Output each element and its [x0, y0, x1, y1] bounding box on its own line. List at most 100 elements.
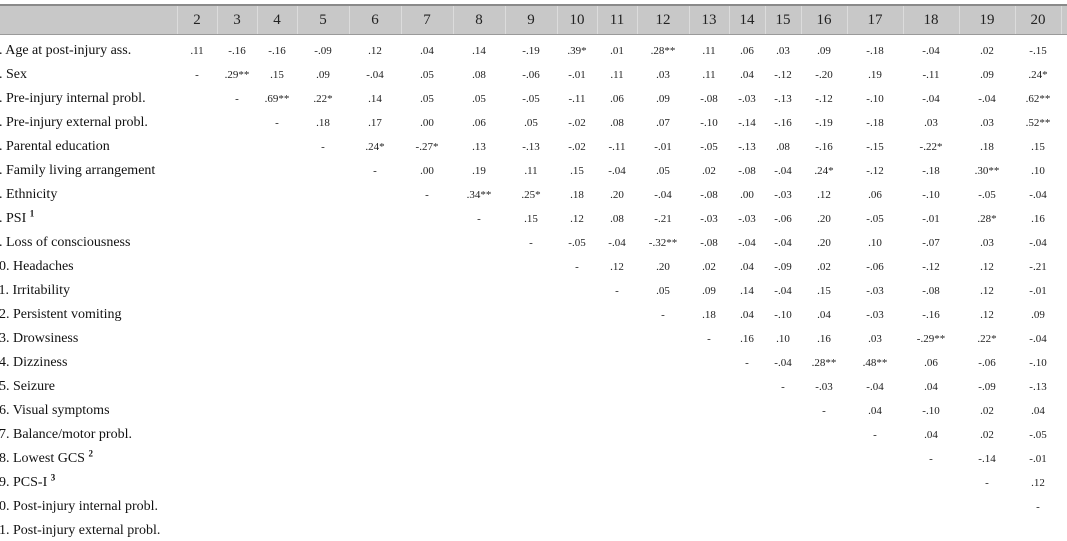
- row-label: 6. Family living arrangement: [0, 159, 177, 183]
- row-label-text: 19. PCS-I: [0, 475, 48, 490]
- correlation-cell: -.32**: [648, 237, 678, 249]
- row-label-text: 13. Drowsiness: [0, 331, 79, 346]
- correlation-cell: .07: [1061, 399, 1067, 423]
- correlation-cell: .52**: [1025, 117, 1051, 129]
- empty-cell: [453, 447, 505, 471]
- correlation-cell: -.06: [522, 69, 540, 81]
- empty-cell: [257, 279, 297, 303]
- empty-cell: [847, 471, 903, 495]
- empty-cell: [257, 183, 297, 207]
- empty-cell: [349, 471, 401, 495]
- correlation-cell: -.19: [522, 45, 540, 57]
- correlation-cell: -.05: [522, 93, 540, 105]
- correlation-cell: -.01: [1029, 285, 1047, 297]
- empty-cell: [765, 495, 801, 519]
- correlation-cell: .29**: [1061, 207, 1067, 231]
- empty-cell: [297, 519, 349, 541]
- correlation-cell: -.02: [568, 117, 586, 129]
- row-label: 18. Lowest GCS 2: [0, 447, 177, 471]
- correlation-cell: -.08: [700, 189, 718, 201]
- diagonal-cell: -: [929, 453, 933, 465]
- empty-cell: [453, 351, 505, 375]
- correlation-cell: -.04: [922, 93, 940, 105]
- column-header: 17: [846, 4, 903, 35]
- correlation-cell: .57**: [1061, 111, 1067, 135]
- column-header: 12: [636, 4, 689, 35]
- row-label-text: 6. Family living arrangement: [0, 163, 156, 178]
- correlation-cell: .09: [316, 69, 330, 81]
- correlation-cell: .62**: [1025, 93, 1051, 105]
- correlation-cell: -.03: [738, 93, 756, 105]
- correlation-cell: .08: [610, 213, 624, 225]
- correlation-cell: .12: [1031, 477, 1045, 489]
- empty-cell: [597, 495, 637, 519]
- correlation-cell: .05: [656, 165, 670, 177]
- table-body: 1. Age at post-injury ass. .11 -.16 -.16 -.0…: [0, 35, 1067, 541]
- empty-cell: [637, 519, 689, 541]
- empty-cell: [257, 375, 297, 399]
- empty-cell: [729, 519, 765, 541]
- table-row: 11. Irritability - .05 .09 .14 -.04 .15 -.03 -.0…: [0, 279, 1067, 303]
- empty-cell: [401, 207, 453, 231]
- correlation-cell: .28**: [650, 45, 676, 57]
- empty-cell: [765, 423, 801, 447]
- correlation-cell: -.07: [922, 237, 940, 249]
- row-label: 20. Post-injury internal probl.: [0, 495, 177, 519]
- diagonal-cell: -: [707, 333, 711, 345]
- correlation-cell: -.03: [866, 309, 884, 321]
- correlation-cell: .00: [420, 165, 434, 177]
- empty-cell: [297, 375, 349, 399]
- empty-cell: [217, 255, 257, 279]
- correlation-cell: .08: [776, 141, 790, 153]
- table-row: 21. Post-injury external probl. -: [0, 519, 1067, 541]
- correlation-cell: .11: [702, 45, 716, 57]
- table-row: 9. Loss of consciousness - -.05 -.04 -.32** -…: [0, 231, 1067, 255]
- correlation-cell: -.05: [568, 237, 586, 249]
- empty-cell: [401, 447, 453, 471]
- header-label-cell: [0, 4, 177, 35]
- row-label: 21. Post-injury external probl.: [0, 519, 177, 541]
- correlation-cell: .09: [656, 93, 670, 105]
- correlation-cell: -.18: [866, 45, 884, 57]
- diagonal-cell: -: [873, 429, 877, 441]
- correlation-cell: .12: [980, 261, 994, 273]
- empty-cell: [557, 519, 597, 541]
- correlation-cell: -.08: [738, 165, 756, 177]
- correlation-cell: -.12: [1061, 351, 1067, 375]
- empty-cell: [177, 423, 217, 447]
- diagonal-cell: -: [985, 477, 989, 489]
- row-label-text: 4. Pre-injury external probl.: [0, 115, 148, 130]
- empty-cell: [689, 375, 729, 399]
- empty-cell: [297, 495, 349, 519]
- correlation-cell: -.13: [1029, 381, 1047, 393]
- empty-cell: [597, 327, 637, 351]
- column-header: 21: [1060, 4, 1067, 35]
- correlation-cell: -.10: [774, 309, 792, 321]
- table-row: 4. Pre-injury external probl. - .18.17.00.…: [0, 111, 1067, 135]
- empty-cell: [177, 207, 217, 231]
- empty-cell: [729, 423, 765, 447]
- empty-cell: [177, 351, 217, 375]
- correlation-cell: -.10: [1029, 357, 1047, 369]
- table-row: 8. PSI 1 - .15 .12 .08 -.21 -.03 -.03 -.06 .20 -.0…: [0, 207, 1067, 231]
- correlation-cell: .05: [420, 93, 434, 105]
- empty-cell: [557, 375, 597, 399]
- empty-cell: [401, 399, 453, 423]
- empty-cell: [401, 471, 453, 495]
- empty-cell: [453, 255, 505, 279]
- correlation-cell: .18: [702, 309, 716, 321]
- correlation-cell: .09: [702, 285, 716, 297]
- empty-cell: [729, 495, 765, 519]
- empty-cell: [557, 399, 597, 423]
- correlation-cell: -.12: [866, 165, 884, 177]
- correlation-cell: .02: [817, 261, 831, 273]
- row-label: 9. Loss of consciousness: [0, 231, 177, 255]
- correlation-cell: .18: [1061, 159, 1067, 183]
- empty-cell: [401, 375, 453, 399]
- correlation-cell: .24*: [814, 165, 834, 177]
- correlation-cell: .04: [740, 261, 754, 273]
- column-header: 20: [1014, 4, 1061, 35]
- correlation-cell: -.08: [700, 237, 718, 249]
- empty-cell: [297, 183, 349, 207]
- correlation-cell: -.12: [815, 93, 833, 105]
